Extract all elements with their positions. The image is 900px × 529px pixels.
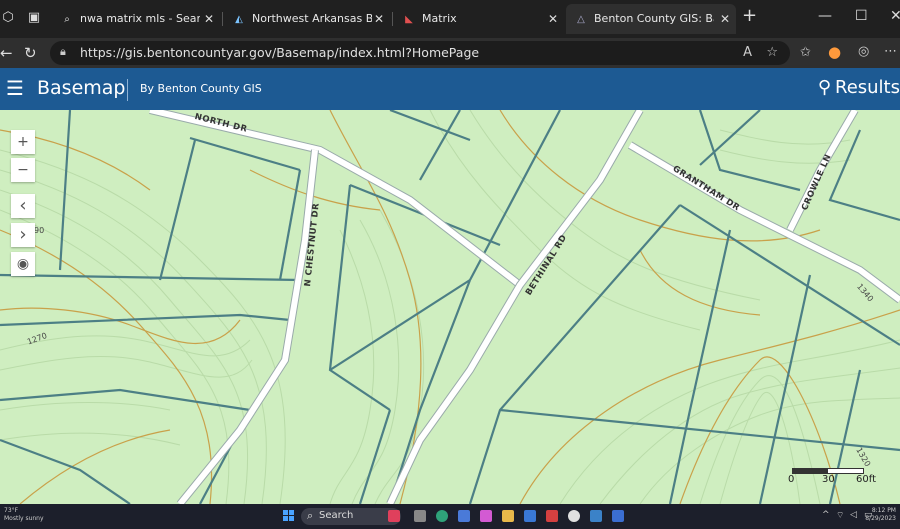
tab-nwa-board[interactable]: ◭Northwest Arkansas Board ✕ [224, 4, 390, 34]
back-arrow-icon[interactable]: ← [0, 44, 13, 62]
nwa-board-icon: ◭ [235, 14, 243, 25]
minimize-button[interactable]: — [818, 8, 832, 24]
scale-tick-30: 30 [822, 474, 835, 485]
roads [149, 110, 900, 504]
taskbar-clock[interactable]: 8:12 PM 8/29/2023 [865, 507, 896, 523]
clock-time: 8:12 PM [871, 507, 896, 514]
close-icon[interactable]: ✕ [720, 4, 730, 34]
header-divider [127, 79, 128, 101]
results-label: Results [835, 77, 900, 98]
search-icon: ⌕ [64, 14, 70, 25]
tab-matrix[interactable]: ◣ Matrix ✕ [394, 4, 564, 34]
weather-widget[interactable]: 73°F Mostly sunny [4, 507, 44, 523]
url-text[interactable]: https://gis.bentoncountyar.gov/Basemap/i… [80, 41, 479, 65]
hamburger-menu-icon[interactable]: ☰ [6, 76, 24, 100]
taskbar-search-label: Search [319, 510, 354, 521]
globe-icon[interactable]: ◉ [11, 252, 35, 276]
wifi-icon[interactable]: ⌔ [836, 510, 844, 521]
taskbar-search[interactable]: ⌕ Search [301, 508, 401, 525]
address-toolbar: ← ↻ 🔒︎ https://gis.bentoncountyar.gov/Ba… [0, 38, 900, 68]
favorites-icon[interactable]: ✩ [800, 45, 811, 60]
search-icon: ⌕ [307, 509, 314, 522]
close-window-button[interactable]: ✕ [890, 8, 900, 24]
windows-start-icon[interactable] [283, 510, 295, 522]
weather-temp: 73°F [4, 507, 19, 514]
results-button[interactable]: ⚲ Results [818, 77, 900, 98]
zoom-in-button[interactable]: + [11, 130, 35, 154]
matrix-icon: ◣ [405, 14, 413, 25]
favorite-star-icon[interactable]: ☆ [766, 45, 778, 60]
refresh-icon[interactable]: ↻ [24, 44, 37, 62]
windows-taskbar: 73°F Mostly sunny ⌕ Search ^ ⌔ ◁ ▭ 8:12 … [0, 504, 900, 529]
file-explorer-icon[interactable] [502, 510, 514, 522]
tray-chevron-icon[interactable]: ^ [822, 510, 830, 520]
scale-tick-60: 60ft [856, 474, 876, 485]
pdf-icon[interactable] [546, 510, 558, 522]
clock-date: 8/29/2023 [865, 515, 896, 522]
maximize-button[interactable]: ☐ [855, 8, 868, 24]
zoom-out-button[interactable]: − [11, 158, 35, 182]
browser-tab-bar: ⬡ ▣ ⌕nwa matrix mls - Search ✕ ◭Northwes… [0, 0, 900, 38]
close-icon[interactable]: ✕ [374, 4, 384, 34]
outlook-icon[interactable] [524, 510, 536, 522]
profile-avatar-icon[interactable]: ● [828, 43, 841, 61]
app-icon[interactable] [590, 510, 602, 522]
scale-bar: 0 30 60ft [786, 462, 876, 490]
map-canvas[interactable] [0, 110, 900, 504]
task-view-icon[interactable] [414, 510, 426, 522]
minor-contours [0, 110, 900, 504]
widgets-icon[interactable] [388, 510, 400, 522]
lock-icon[interactable]: 🔒︎ [60, 45, 66, 59]
tab-nwa-matrix-search[interactable]: ⌕nwa matrix mls - Search ✕ [52, 4, 220, 34]
close-icon[interactable]: ✕ [548, 4, 558, 34]
search-icon: ⚲ [817, 77, 831, 98]
gis-icon: △ [577, 14, 585, 25]
word-icon[interactable] [612, 510, 624, 522]
tab-separator [392, 12, 393, 26]
elevation-label: 90 [34, 226, 45, 235]
app-title: Basemap [37, 77, 126, 99]
tab-actions-icon[interactable]: ▣ [26, 10, 42, 26]
parcel-lines [0, 110, 900, 504]
read-aloud-icon[interactable]: A [743, 45, 752, 60]
map-view[interactable]: NORTH DR N CHESTNUT DR BETHINAL RD GRANT… [0, 110, 900, 504]
scale-tick-0: 0 [788, 474, 795, 485]
next-extent-button[interactable]: › [11, 223, 35, 247]
app-subtitle: By Benton County GIS [140, 82, 262, 95]
tab-separator [222, 12, 223, 26]
app-icon[interactable] [458, 510, 470, 522]
tab-benton-gis[interactable]: △Benton County GIS: Basem ✕ [566, 4, 736, 34]
weather-desc: Mostly sunny [4, 515, 44, 522]
previous-extent-button[interactable]: ‹ [11, 194, 35, 218]
close-icon[interactable]: ✕ [204, 4, 214, 34]
edge-icon[interactable] [436, 510, 448, 522]
app-header: ☰ Basemap By Benton County GIS ⚲ Results [0, 68, 900, 110]
address-bar[interactable]: 🔒︎ https://gis.bentoncountyar.gov/Basema… [50, 41, 790, 65]
extensions-icon[interactable]: ◎ [858, 44, 869, 59]
volume-icon[interactable]: ◁ [850, 510, 857, 520]
major-contours [0, 110, 900, 504]
chrome-icon[interactable] [568, 510, 580, 522]
workspaces-icon[interactable]: ⬡ [0, 10, 16, 26]
settings-more-icon[interactable]: ⋯ [884, 44, 897, 59]
new-tab-button[interactable]: + [742, 5, 757, 26]
app-icon[interactable] [480, 510, 492, 522]
